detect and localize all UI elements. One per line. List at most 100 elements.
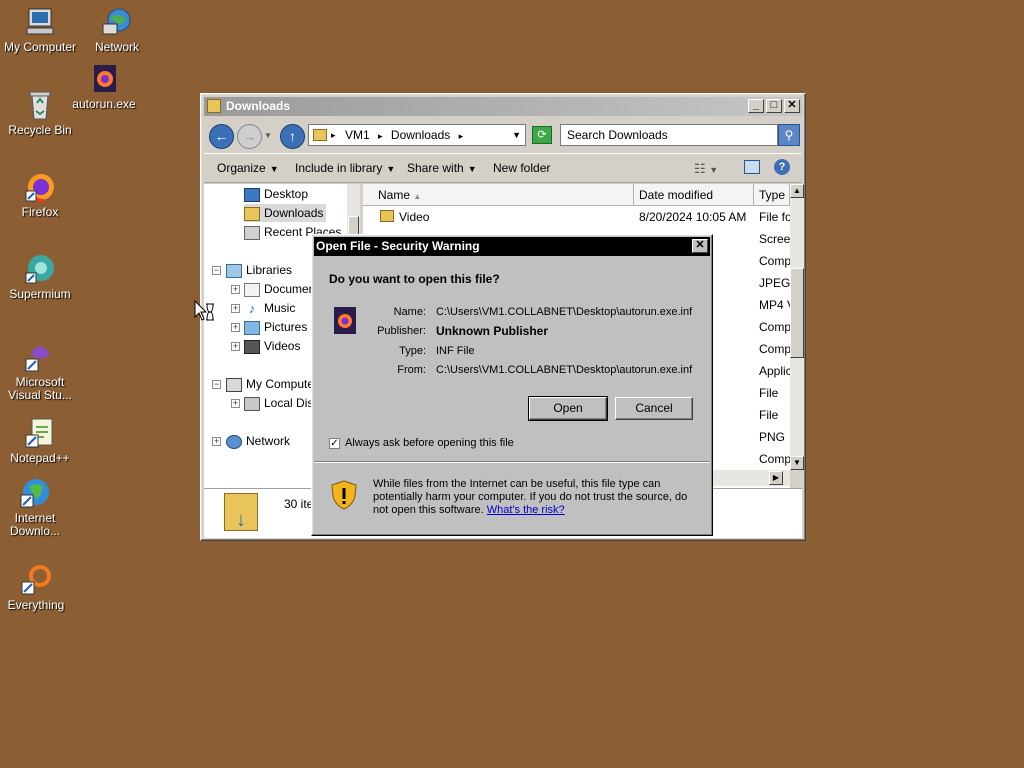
column-header-name[interactable]: Name ▲	[363, 184, 634, 206]
nav-item-videos[interactable]: Videos	[244, 337, 300, 355]
file-type: Comp	[759, 254, 790, 268]
back-button[interactable]: ←	[209, 124, 234, 149]
breadcrumb-vm1[interactable]: VM1	[345, 128, 370, 142]
nav-item-music[interactable]: ♪ Music	[244, 299, 296, 317]
dialog-title: Open File - Security Warning	[316, 239, 480, 253]
security-warning-dialog[interactable]: Open File - Security Warning ✕ Do you wan…	[311, 234, 713, 536]
warning-message: While files from the Internet can be use…	[373, 478, 703, 517]
column-header-date-modified[interactable]: Date modified	[634, 184, 754, 206]
expand-pictures-toggle[interactable]: +	[231, 323, 240, 332]
collapse-my-computer-toggle[interactable]: −	[212, 380, 221, 389]
desktop-icon-visual-studio[interactable]: Microsoft Visual Stu...	[0, 341, 80, 402]
desktop-icon-notepad-plus-plus[interactable]: Notepad++	[0, 417, 80, 465]
expand-documents-toggle[interactable]: +	[231, 285, 240, 294]
file-type: Applic	[759, 364, 790, 378]
desktop-icon-recycle-bin[interactable]: Recycle Bin	[0, 89, 80, 137]
desktop-icon-supermium[interactable]: Supermium	[0, 253, 80, 301]
folder-icon	[207, 99, 221, 113]
organize-button[interactable]: Organize ▼	[217, 161, 279, 175]
expand-videos-toggle[interactable]: +	[231, 342, 240, 351]
file-type: MP4 V	[759, 298, 790, 312]
scroll-up-button[interactable]: ▲	[790, 184, 804, 198]
desktop-icon-label: Firefox	[21, 205, 59, 219]
nav-item-network[interactable]: Network	[226, 432, 290, 450]
view-options-icon[interactable]: ☷ ▼	[694, 161, 718, 177]
maximize-button[interactable]: □	[766, 99, 782, 113]
help-icon[interactable]: ?	[774, 159, 790, 175]
dropdown-arrow-icon: ▼	[467, 164, 477, 174]
nav-item-my-computer[interactable]: My Computer	[226, 375, 318, 393]
minimize-button[interactable]: _	[748, 99, 764, 113]
address-bar[interactable]: ▸ VM1 ▸ Downloads ▸ ▼	[308, 124, 526, 146]
open-button[interactable]: Open	[528, 396, 608, 421]
busy-cursor-icon	[194, 299, 218, 324]
nav-item-desktop[interactable]: Desktop	[244, 185, 308, 203]
new-folder-button[interactable]: New folder	[493, 161, 550, 175]
whats-the-risk-link[interactable]: What's the risk?	[487, 504, 565, 516]
window-title: Downloads	[226, 99, 291, 113]
name-value: C:\Users\VM1.COLLABNET\Desktop\autorun.e…	[436, 306, 693, 318]
type-label: Type:	[399, 345, 426, 357]
desktop-icon-my-computer[interactable]: My Computer	[0, 6, 80, 54]
file-list-scrollbar[interactable]: ▲ ▼	[790, 184, 804, 470]
scroll-thumb[interactable]	[790, 268, 804, 358]
collapse-libraries-toggle[interactable]: −	[212, 266, 221, 275]
libraries-icon	[226, 263, 242, 278]
recent-locations-dropdown[interactable]: ▼	[264, 131, 272, 140]
file-row[interactable]: Video 8/20/2024 10:05 AM File fo	[363, 206, 790, 228]
cancel-button[interactable]: Cancel	[615, 397, 693, 420]
recent-places-icon	[244, 225, 260, 240]
close-button[interactable]: ✕	[784, 99, 800, 113]
scroll-right-button[interactable]: ▶	[769, 471, 783, 485]
my-computer-icon	[24, 6, 56, 38]
shield-warning-icon	[331, 480, 357, 510]
always-ask-checkbox[interactable]: ✓	[329, 438, 340, 449]
desktop-icon-label: Microsoft Visual Stu...	[8, 375, 72, 402]
dialog-titlebar[interactable]: Open File - Security Warning ✕	[314, 237, 710, 256]
refresh-button[interactable]: ⟳	[532, 126, 552, 144]
desktop-icon-network[interactable]: Network	[77, 6, 157, 54]
scroll-down-button[interactable]: ▼	[790, 456, 804, 470]
downloads-folder-icon	[244, 206, 260, 221]
file-type: Scree	[759, 232, 790, 246]
dropdown-arrow-icon: ▼	[269, 164, 279, 174]
from-value: C:\Users\VM1.COLLABNET\Desktop\autorun.e…	[436, 364, 693, 376]
dialog-close-button[interactable]: ✕	[692, 239, 708, 253]
desktop-icon-label: Internet Downlo...	[9, 511, 61, 538]
nav-item-local-disk[interactable]: Local Dis	[244, 394, 313, 412]
nav-item-pictures[interactable]: Pictures	[244, 318, 307, 336]
preview-pane-icon[interactable]	[744, 160, 760, 174]
nav-item-documents[interactable]: Documer	[244, 280, 313, 298]
up-button[interactable]: ↑	[280, 124, 305, 149]
file-date-modified: 8/20/2024 10:05 AM	[639, 210, 747, 224]
desktop-icon-label: Recycle Bin	[8, 123, 72, 137]
desktop-icon-label: My Computer	[3, 40, 77, 54]
nav-scrollbar-thumb[interactable]	[348, 216, 359, 236]
explorer-titlebar[interactable]: Downloads _ □ ✕	[204, 97, 802, 116]
file-type: File	[759, 408, 779, 422]
nav-item-downloads[interactable]: Downloads	[244, 204, 327, 222]
publisher-value: Unknown Publisher	[436, 324, 549, 338]
firefox-file-icon	[88, 63, 120, 95]
breadcrumb-separator: ▸	[378, 131, 383, 141]
local-disk-icon	[244, 396, 260, 411]
expand-music-toggle[interactable]: +	[231, 304, 240, 313]
address-dropdown[interactable]: ▼	[512, 125, 521, 145]
include-in-library-button[interactable]: Include in library ▼	[295, 161, 395, 175]
search-icon[interactable]: ⚲	[778, 124, 800, 146]
breadcrumb-downloads[interactable]: Downloads	[391, 128, 450, 142]
share-with-button[interactable]: Share with ▼	[407, 161, 477, 175]
expand-network-toggle[interactable]: +	[212, 437, 221, 446]
forward-button[interactable]: →	[237, 124, 262, 149]
column-header-type[interactable]: Type	[754, 184, 790, 206]
sort-arrow-icon: ▲	[413, 192, 422, 201]
nav-item-libraries[interactable]: Libraries	[226, 261, 292, 279]
desktop-icon-internet-download-manager[interactable]: Internet Downlo...	[0, 477, 75, 538]
expand-local-disk-toggle[interactable]: +	[231, 399, 240, 408]
desktop-icon-everything[interactable]: Everything	[0, 564, 76, 612]
desktop-icon-firefox[interactable]: Firefox	[0, 171, 80, 219]
from-label: From:	[397, 364, 426, 376]
dialog-question: Do you want to open this file?	[329, 272, 500, 286]
music-icon: ♪	[248, 300, 256, 316]
search-input[interactable]: Search Downloads	[560, 124, 778, 146]
